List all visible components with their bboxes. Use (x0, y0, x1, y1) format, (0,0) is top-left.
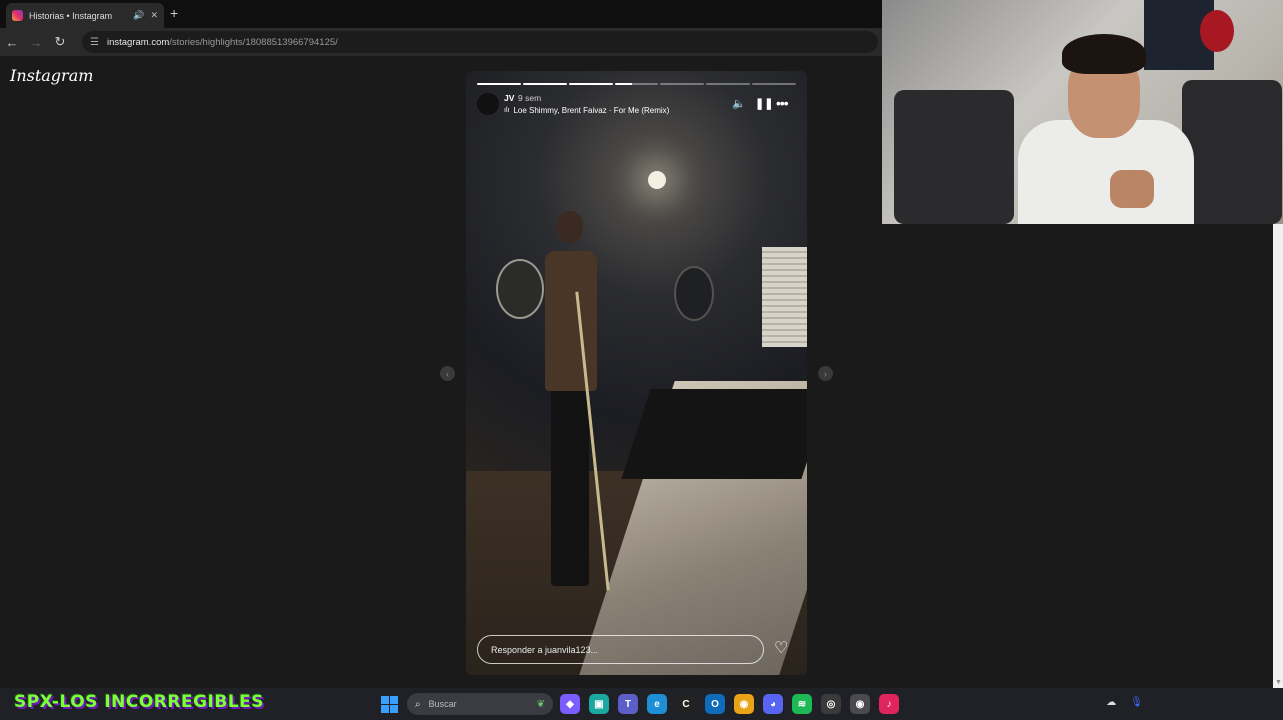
call-of-duty-icon[interactable]: C (676, 694, 696, 714)
webcam-streamer-hand (1110, 170, 1154, 208)
webcam-overlay (882, 0, 1283, 224)
obs-icon[interactable]: ◎ (821, 694, 841, 714)
webcam-streamer-hair (1062, 34, 1146, 74)
previous-story-chevron-icon[interactable]: ‹ (440, 366, 455, 381)
story-photo-lamp (648, 171, 666, 189)
microphone-icon[interactable]: 🎙 (1130, 697, 1143, 708)
screen: Historias • Instagram 🔊 ✕ + ← → ↻ ☰ inst… (0, 0, 1283, 720)
story-photo-window (762, 247, 807, 347)
avatar[interactable] (477, 93, 499, 115)
person-head (557, 211, 583, 243)
search-icon: ⌕ (415, 698, 421, 710)
taskbar-search[interactable]: ⌕ Buscar ❦ (407, 693, 553, 715)
story-music[interactable]: ılı Loe Shimmy, Brent Faivaz · For Me (R… (504, 106, 669, 115)
webcam-chair (894, 90, 1014, 224)
reply-input[interactable]: Responder a juanvila123... (477, 635, 764, 664)
volume-icon[interactable]: 🔈 (732, 97, 746, 110)
url-bar[interactable]: ☰ instagram.com/stories/highlights/18088… (82, 31, 878, 53)
tab-strip: Historias • Instagram 🔊 ✕ + (0, 0, 882, 28)
outlook-icon[interactable]: O (705, 694, 725, 714)
page-scrollbar[interactable]: ▼ (1273, 224, 1283, 688)
story-music-label: Loe Shimmy, Brent Faivaz · For Me (Remix… (513, 106, 670, 115)
story-progress-segment (752, 83, 797, 85)
story-progress-bar (477, 83, 797, 85)
reply-placeholder: Responder a juanvila123... (491, 644, 599, 655)
chrome-active-icon[interactable]: ◉ (850, 694, 870, 714)
story-username[interactable]: JV (504, 93, 514, 103)
story-progress-fill (614, 83, 633, 85)
stream-banner: SPX-LOS INCORREGIBLES (14, 692, 265, 712)
story-photo-pool-felt (621, 389, 807, 479)
system-tray: ☁ 🎙 (1106, 697, 1143, 708)
url-domain: instagram.com (106, 36, 170, 48)
edge-icon[interactable]: e (647, 694, 667, 714)
chrome-icon[interactable]: ◉ (734, 694, 754, 714)
webcam-chair (1182, 80, 1282, 224)
taskbar-search-placeholder: Buscar (428, 699, 457, 709)
story-header: JV 9 sem ılı Loe Shimmy, Brent Faivaz · … (477, 93, 797, 117)
heart-icon[interactable]: ♡ (774, 641, 788, 657)
story-time: 9 sem (518, 93, 542, 103)
discord-icon[interactable]: ◕ (763, 694, 783, 714)
back-arrow-icon[interactable]: ← (0, 35, 24, 50)
site-settings-icon[interactable]: ☰ (90, 37, 99, 48)
story-photo-person (531, 211, 610, 611)
cloud-icon[interactable]: ☁ (1106, 697, 1116, 708)
search-highlight-icon: ❦ (536, 698, 545, 710)
story-progress-fill (522, 83, 567, 85)
music-bars-icon: ılı (504, 107, 510, 114)
story-progress-segment (706, 83, 751, 85)
taskbar-apps: ◆ ▣ Te C O ◉ ◕ ≋ ◎ ◉ ♪ (560, 694, 899, 714)
reload-icon[interactable]: ↻ (48, 34, 72, 50)
story-progress-segment (477, 83, 521, 85)
speaker-icon[interactable]: 🔊 (133, 10, 144, 21)
scroll-down-arrow-icon[interactable]: ▼ (1275, 679, 1282, 686)
spotify-icon[interactable]: ≋ (792, 694, 812, 714)
teams-icon[interactable]: T (618, 694, 638, 714)
person-jacket (545, 251, 597, 391)
next-story-chevron-icon[interactable]: › (818, 366, 833, 381)
story-progress-segment (614, 83, 659, 85)
story-photo-mirror (674, 266, 714, 321)
address-toolbar: ← → ↻ ☰ instagram.com/stories/highlights… (0, 28, 882, 56)
tab-title: Historias • Instagram (29, 10, 113, 21)
forward-arrow-icon[interactable]: → (24, 35, 48, 50)
webcam-balloon (1200, 10, 1234, 52)
story-progress-fill (477, 83, 521, 85)
tab-instagram-stories[interactable]: Historias • Instagram 🔊 ✕ (6, 3, 164, 28)
url-path: /stories/highlights/18088513966794125/ (169, 36, 338, 48)
story-progress-fill (568, 83, 613, 85)
tab-close-icon[interactable]: ✕ (150, 10, 158, 21)
story-progress-segment (522, 83, 567, 85)
instagram-favicon-icon (12, 10, 23, 21)
story-progress-segment (568, 83, 613, 85)
url-text: instagram.com/stories/highlights/1808851… (107, 37, 338, 48)
pause-icon[interactable]: ❚❚ (755, 97, 773, 110)
copilot-icon[interactable]: ◆ (560, 694, 580, 714)
story-progress-segment (660, 83, 705, 85)
new-tab-button[interactable]: + (170, 5, 178, 21)
story-viewer[interactable]: JV 9 sem ılı Loe Shimmy, Brent Faivaz · … (466, 71, 807, 675)
tiktok-icon[interactable]: ♪ (879, 694, 899, 714)
windows-start-icon[interactable] (381, 696, 398, 713)
person-legs (551, 386, 589, 586)
instagram-logo[interactable]: Instagram (10, 66, 93, 85)
windows-taskbar: SPX-LOS INCORREGIBLES ⌕ Buscar ❦ ◆ ▣ Te C O ◉… (0, 688, 1283, 720)
more-icon[interactable]: ••• (776, 95, 789, 111)
store-icon[interactable]: ▣ (589, 694, 609, 714)
